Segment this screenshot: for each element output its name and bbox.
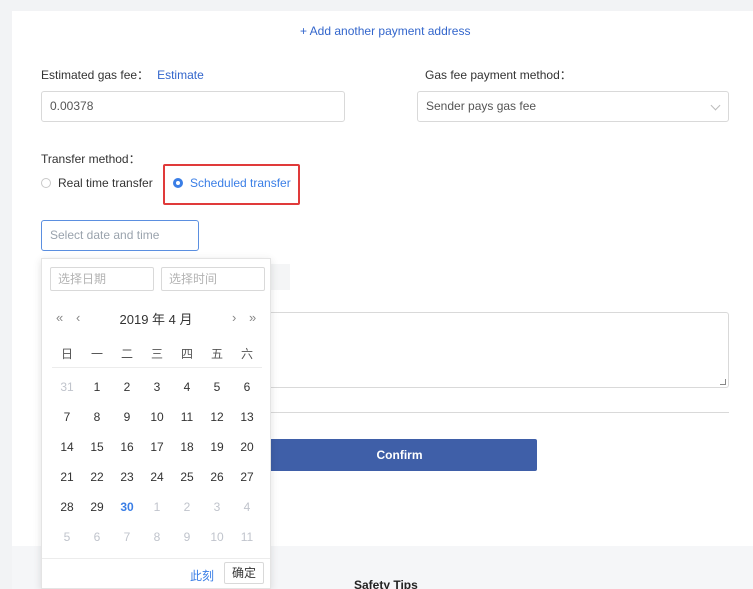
gas-fee-label: Estimated gas fee： Estimate [41,66,204,83]
picker-footer: 此刻 确定 [42,558,270,588]
gas-fee-input[interactable]: 0.00378 [41,91,345,122]
calendar-week: 31 1 2 3 4 5 6 [52,372,262,402]
calendar-week: 7 8 9 10 11 12 13 [52,402,262,432]
next-month-icon[interactable]: › [232,310,236,325]
datetime-picker-panel: 选择日期 选择时间 « ‹ 2019 年 4 月 › » 日 一 二 三 四 五… [41,258,271,589]
weekday-header: 日 一 二 三 四 五 六 [52,345,262,368]
radio-unchecked-icon [41,178,51,188]
day-cell[interactable]: 6 [232,380,262,394]
day-cell[interactable]: 31 [52,380,82,394]
day-cell[interactable]: 7 [52,410,82,424]
chevron-down-icon [710,100,721,111]
day-cell[interactable]: 16 [112,440,142,454]
day-cell[interactable]: 14 [52,440,82,454]
now-link[interactable]: 此刻 [190,567,214,584]
picker-date-input[interactable]: 选择日期 [50,267,154,291]
datetime-input[interactable]: Select date and time [41,220,199,251]
calendar-week: 21 22 23 24 25 26 27 [52,462,262,492]
estimate-link[interactable]: Estimate [157,68,204,82]
day-cell[interactable]: 19 [202,440,232,454]
day-cell[interactable]: 12 [202,410,232,424]
day-cell[interactable]: 4 [172,380,202,394]
add-address-link[interactable]: + Add another payment address [300,24,470,38]
day-cell[interactable]: 13 [232,410,262,424]
day-cell[interactable]: 17 [142,440,172,454]
calendar-grid: 日 一 二 三 四 五 六 31 1 2 3 4 5 6 7 8 9 10 11… [52,345,262,552]
confirm-button[interactable]: Confirm [262,439,537,471]
calendar-week: 5 6 7 8 9 10 11 [52,522,262,552]
day-cell[interactable]: 4 [232,500,262,514]
day-cell[interactable]: 3 [142,380,172,394]
day-cell[interactable]: 6 [82,530,112,544]
day-cell[interactable]: 29 [82,500,112,514]
day-cell[interactable]: 9 [172,530,202,544]
day-cell[interactable]: 1 [142,500,172,514]
day-cell[interactable]: 10 [142,410,172,424]
day-cell[interactable]: 10 [202,530,232,544]
day-cell[interactable]: 20 [232,440,262,454]
day-cell[interactable]: 18 [172,440,202,454]
weekday-cell: 一 [90,347,103,361]
day-cell[interactable]: 2 [172,500,202,514]
payment-method-select[interactable]: Sender pays gas fee [417,91,729,122]
day-cell[interactable]: 23 [112,470,142,484]
day-cell[interactable]: 5 [52,530,82,544]
day-cell[interactable]: 27 [232,470,262,484]
radio-scheduled[interactable]: Scheduled transfer [173,176,291,190]
scheduled-label: Scheduled transfer [190,176,291,190]
divider [262,412,729,413]
weekday-cell: 五 [210,347,223,361]
day-cell[interactable]: 5 [202,380,232,394]
day-cell[interactable]: 26 [202,470,232,484]
day-cell[interactable]: 2 [112,380,142,394]
weekday-cell: 二 [120,347,133,361]
day-cell-today[interactable]: 30 [112,500,142,514]
day-cell[interactable]: 28 [52,500,82,514]
day-cell[interactable]: 22 [82,470,112,484]
day-cell[interactable]: 25 [172,470,202,484]
day-cell[interactable]: 1 [82,380,112,394]
radio-real-time[interactable]: Real time transfer [41,176,153,190]
picker-ok-button[interactable]: 确定 [224,562,264,584]
payment-method-value: Sender pays gas fee [426,99,537,113]
day-cell[interactable]: 8 [82,410,112,424]
resize-handle-icon[interactable] [720,379,726,385]
day-cell[interactable]: 15 [82,440,112,454]
day-cell[interactable]: 8 [142,530,172,544]
day-cell[interactable]: 21 [52,470,82,484]
next-year-icon[interactable]: » [249,310,256,325]
remark-textarea[interactable] [262,312,729,388]
weekday-cell: 四 [180,347,193,361]
safety-tips-title: Safety Tips [354,578,418,589]
picker-time-input[interactable]: 选择时间 [161,267,265,291]
day-cell[interactable]: 9 [112,410,142,424]
day-cell[interactable]: 11 [232,530,262,544]
day-cell[interactable]: 7 [112,530,142,544]
day-cell[interactable]: 24 [142,470,172,484]
calendar-week: 14 15 16 17 18 19 20 [52,432,262,462]
gas-fee-label-text: Estimated gas fee： [41,68,150,82]
radio-checked-icon [173,178,183,188]
transfer-method-label: Transfer method： [41,152,141,166]
calendar-week: 28 29 30 1 2 3 4 [52,492,262,522]
weekday-cell: 六 [240,347,253,361]
day-cell[interactable]: 11 [172,410,202,424]
weekday-cell: 日 [60,347,73,361]
payment-method-label: Gas fee payment method： [425,68,572,82]
day-cell[interactable]: 3 [202,500,232,514]
real-time-label: Real time transfer [58,176,153,190]
weekday-cell: 三 [150,347,163,361]
